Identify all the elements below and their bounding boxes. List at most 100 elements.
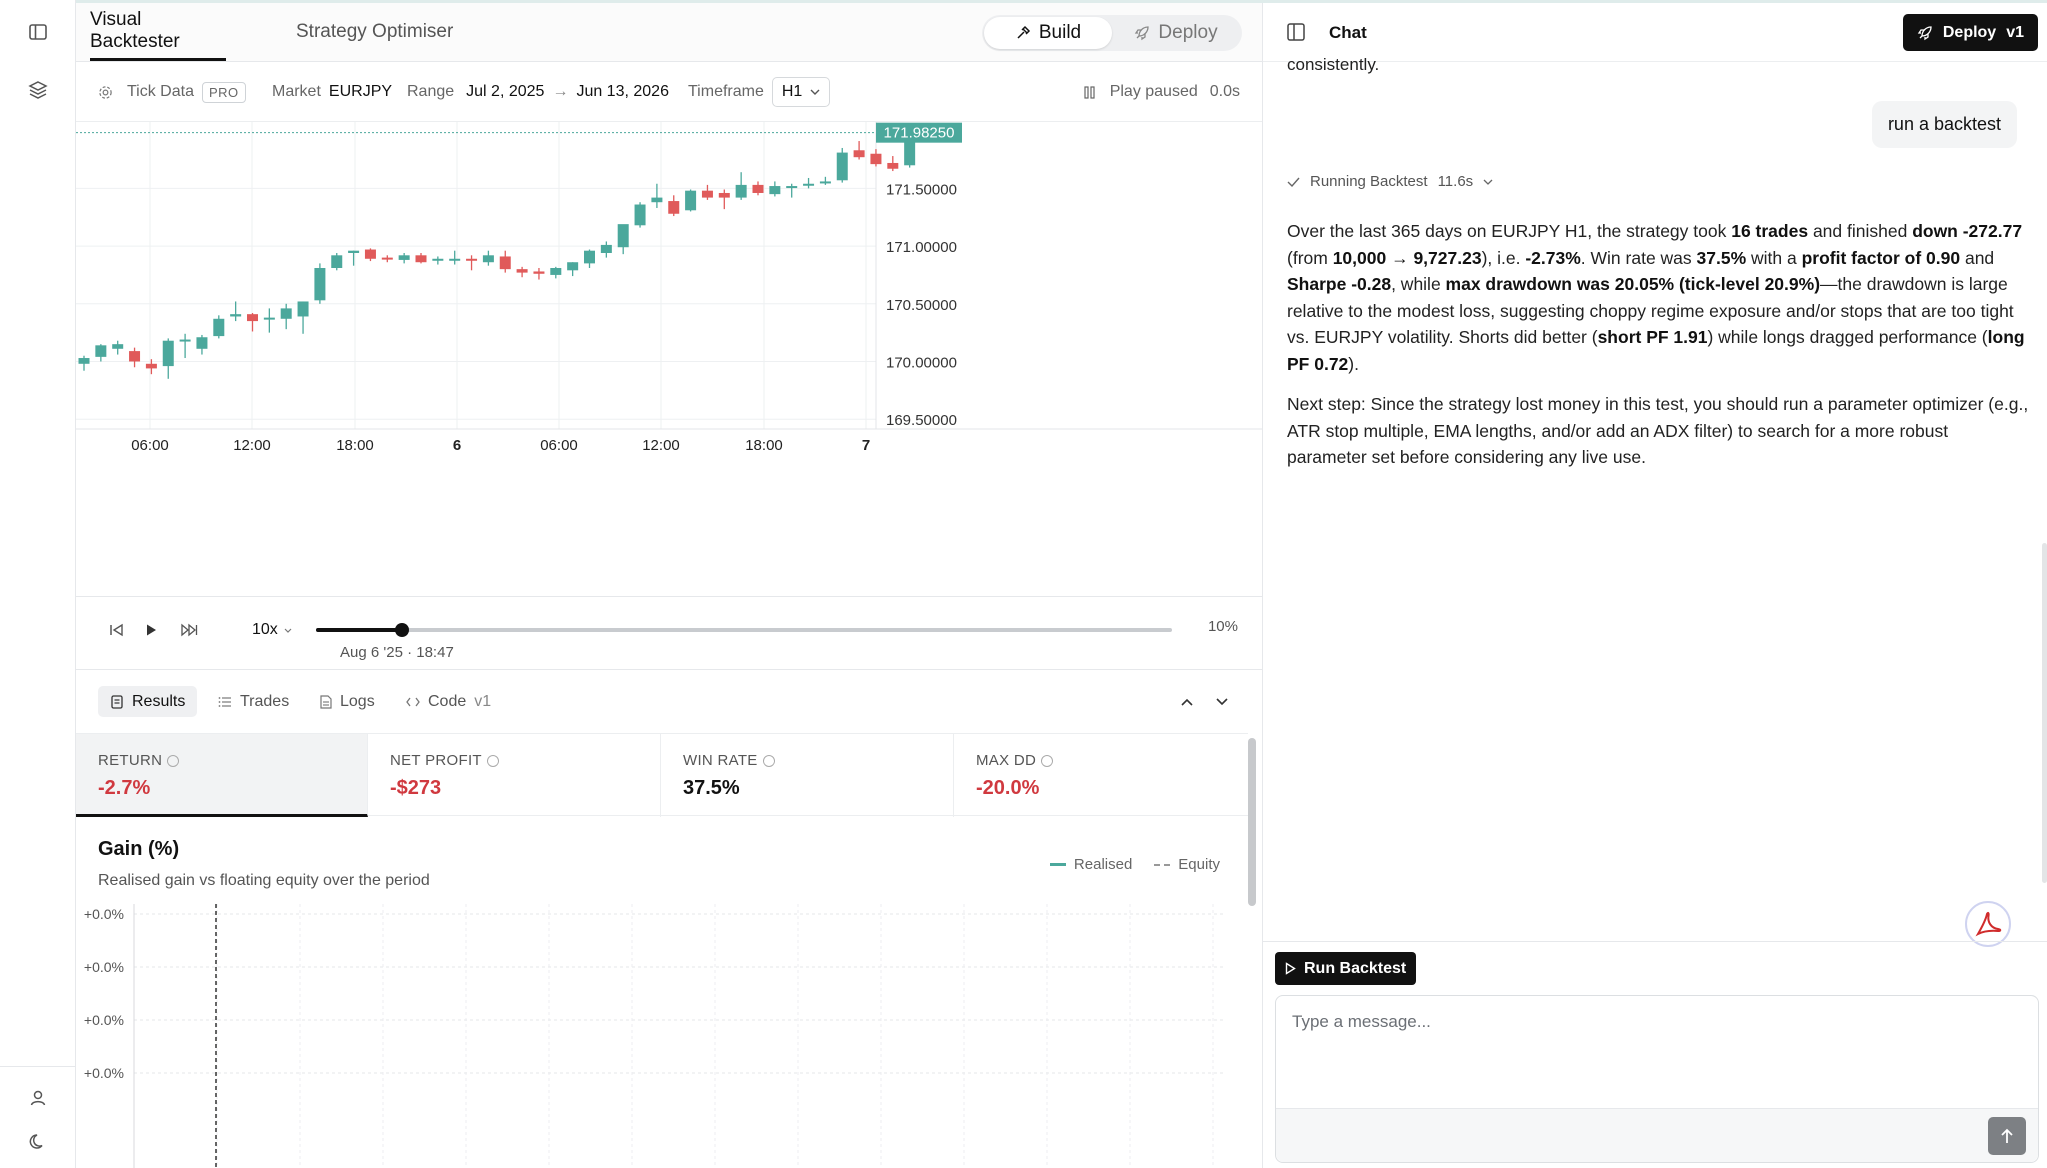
- time-tick-label: 06:00: [540, 437, 578, 454]
- step-forward-button[interactable]: [174, 616, 204, 644]
- code-icon: [406, 697, 420, 706]
- collapse-down-button[interactable]: [1209, 689, 1235, 715]
- legend-solid-swatch: [1049, 863, 1066, 866]
- tick-data-setting[interactable]: Tick Data PRO: [98, 62, 246, 122]
- main-tabs: Visual Backtester Strategy Optimiser Bui…: [76, 3, 1262, 62]
- candle-up: [331, 255, 343, 268]
- legend-equity[interactable]: Equity: [1154, 856, 1220, 873]
- tab-trades[interactable]: Trades: [206, 686, 301, 717]
- metric-max-dd[interactable]: MAX DD -20.0%: [954, 734, 1248, 817]
- time-tick-label: 6: [453, 437, 461, 454]
- playback-percent: 10%: [1207, 618, 1238, 635]
- range-label: Range: [407, 83, 455, 100]
- tab-visual-backtester[interactable]: Visual Backtester: [90, 3, 226, 61]
- play-button[interactable]: [136, 616, 166, 644]
- previous-message-fragment: consistently.: [1287, 55, 1380, 74]
- backtest-info-bar: Tick Data PRO Market EURJPY Range Jul 2,…: [76, 62, 1262, 122]
- candle-up: [263, 317, 275, 320]
- check-icon: [1287, 177, 1300, 187]
- send-button[interactable]: [1988, 1117, 2026, 1155]
- speed-select[interactable]: 10x: [252, 616, 292, 644]
- results-scrollbar[interactable]: [1248, 738, 1256, 906]
- metric-value: 37.5%: [683, 777, 740, 799]
- candle-up: [432, 258, 444, 261]
- progress-fill: [316, 628, 402, 632]
- candle-down: [466, 258, 478, 261]
- receipt-icon: [111, 694, 123, 709]
- legend-realised[interactable]: Realised: [1049, 856, 1133, 873]
- candle-down: [364, 249, 376, 259]
- chat-header: Chat Deploy v1: [1263, 3, 2047, 62]
- legend-label: Equity: [1178, 856, 1220, 873]
- run-status[interactable]: Running Backtest 11.6s: [1287, 173, 1493, 190]
- collapse-up-button[interactable]: [1174, 689, 1200, 715]
- candle-up: [196, 337, 208, 349]
- tab-code[interactable]: Code v1: [394, 686, 503, 717]
- timeframe-select[interactable]: H1: [771, 77, 831, 107]
- slider-thumb[interactable]: [394, 623, 409, 637]
- playback-controls: 10x Aug 6 '25 · 18:47 10%: [76, 598, 1262, 670]
- theme-moon-icon[interactable]: [20, 1124, 56, 1160]
- bold-stat: 37.5%: [1696, 247, 1747, 268]
- candle-down: [516, 269, 528, 273]
- sidebar-toggle-icon[interactable]: [20, 14, 56, 50]
- time-tick-label: 12:00: [642, 437, 680, 454]
- price-tick-label: 170.00000: [886, 354, 957, 371]
- candle-up: [162, 340, 174, 367]
- deploy-button[interactable]: Deploy v1: [1902, 14, 2038, 51]
- bold-stat: -2.73%: [1525, 247, 1581, 268]
- candlestick-chart[interactable]: 171.50000 171.00000 170.50000 170.00000 169.…: [76, 122, 1262, 597]
- panel-toggle-icon[interactable]: [1287, 23, 1305, 46]
- metrics-row: RETURN -2.7% NET PROFIT -$273 WIN RATE 3…: [76, 733, 1248, 817]
- price-chart[interactable]: 171.50000 171.00000 170.50000 170.00000 169.…: [76, 122, 1262, 597]
- candle-up: [78, 358, 90, 364]
- info-icon[interactable]: [762, 754, 775, 767]
- bold-stat: 10,000 → 9,727.23: [1332, 247, 1482, 268]
- legend-label: Realised: [1073, 856, 1133, 873]
- run-status-label: Running Backtest: [1310, 173, 1428, 190]
- play-icon: [147, 624, 156, 636]
- tab-strategy-optimiser[interactable]: Strategy Optimiser: [296, 3, 453, 61]
- chat-scrollbar[interactable]: [2042, 543, 2047, 883]
- candle-down: [718, 192, 730, 198]
- gain-title: Gain (%): [98, 838, 180, 860]
- layers-icon[interactable]: [20, 72, 56, 108]
- metric-win-rate[interactable]: WIN RATE 37.5%: [661, 734, 954, 817]
- message-input[interactable]: [1292, 1012, 1992, 1032]
- run-backtest-label: Run Backtest: [1304, 959, 1407, 977]
- tab-label: Trades: [240, 692, 290, 710]
- candle-up: [617, 224, 629, 248]
- candle-up: [786, 186, 798, 189]
- time-tick-label: 18:00: [745, 437, 783, 454]
- hammer-icon: [1017, 25, 1030, 39]
- user-icon[interactable]: [20, 1080, 56, 1116]
- market-field[interactable]: Market EURJPY: [272, 62, 392, 122]
- candle-up: [95, 345, 107, 357]
- bold-stat: down -272.77: [1912, 221, 2023, 241]
- info-icon[interactable]: [167, 754, 180, 767]
- progress-slider[interactable]: [316, 623, 1172, 637]
- rocket-icon: [1917, 25, 1932, 40]
- chevron-down-icon: [284, 628, 292, 633]
- build-mode-button[interactable]: Build: [984, 17, 1112, 49]
- candle-down: [752, 184, 764, 193]
- candle-down: [381, 257, 393, 260]
- message-composer: [1275, 995, 2039, 1163]
- pro-badge: PRO: [201, 81, 246, 103]
- price-tick-label: 171.00000: [886, 239, 957, 256]
- deploy-mode-button[interactable]: Deploy: [1112, 17, 1240, 49]
- price-tick-label: 170.50000: [886, 297, 957, 314]
- tab-results[interactable]: Results: [98, 686, 198, 717]
- candle-up: [685, 190, 697, 211]
- metric-return[interactable]: RETURN -2.7%: [76, 734, 368, 817]
- gain-subtitle: Realised gain vs floating equity over th…: [98, 872, 430, 889]
- range-field[interactable]: Range Jul 2, 2025 → Jun 13, 2026: [407, 62, 669, 122]
- info-icon[interactable]: [1041, 754, 1054, 767]
- skip-back-button[interactable]: [102, 616, 132, 644]
- run-backtest-button[interactable]: Run Backtest: [1275, 952, 1417, 985]
- tab-label: Strategy Optimiser: [296, 21, 454, 42]
- info-icon[interactable]: [486, 754, 499, 767]
- metric-net-profit[interactable]: NET PROFIT -$273: [368, 734, 661, 817]
- user-message: run a backtest: [1871, 101, 2017, 148]
- tab-logs[interactable]: Logs: [308, 686, 387, 717]
